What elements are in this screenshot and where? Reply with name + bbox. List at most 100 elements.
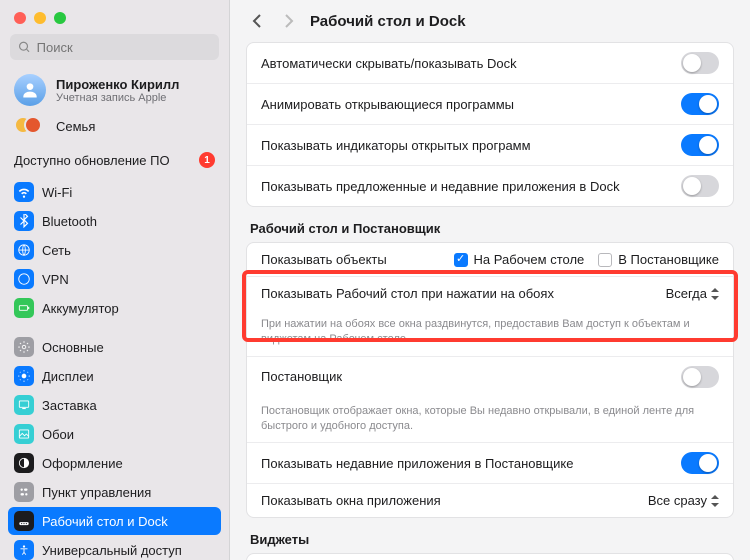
select-wallpaper-click[interactable]: Всегда bbox=[666, 286, 719, 301]
sidebar-label: Рабочий стол и Dock bbox=[42, 514, 168, 529]
row-label: Анимировать открывающиеся программы bbox=[261, 97, 514, 112]
checkbox-label: На Рабочем столе bbox=[474, 252, 585, 267]
sidebar: Пироженко Кирилл Учетная запись Apple Се… bbox=[0, 0, 230, 560]
sidebar-label: Обои bbox=[42, 427, 74, 442]
checkbox-icon bbox=[454, 253, 468, 267]
software-update-label: Доступно обновление ПО bbox=[14, 153, 170, 168]
vpn-icon bbox=[14, 269, 34, 289]
sidebar-item-screensaver[interactable]: Заставка bbox=[8, 391, 221, 419]
sidebar-items: Wi-Fi Bluetooth Сеть VPN Аккумулятор Осн… bbox=[0, 178, 229, 560]
toggle-animate[interactable] bbox=[681, 93, 719, 115]
row-recent-stage: Показывать недавние приложения в Постано… bbox=[247, 442, 733, 483]
sidebar-item-wifi[interactable]: Wi-Fi bbox=[8, 178, 221, 206]
update-badge: 1 bbox=[199, 152, 215, 168]
apple-id-row[interactable]: Пироженко Кирилл Учетная запись Apple bbox=[0, 68, 229, 112]
toggle-autohide[interactable] bbox=[681, 52, 719, 74]
widgets-card: Показывать виджеты На Рабочем столе В По… bbox=[246, 553, 734, 560]
sidebar-label: Аккумулятор bbox=[42, 301, 119, 316]
section-title-desktop-stage: Рабочий стол и Постановщик bbox=[250, 221, 730, 236]
checkbox-icon bbox=[598, 253, 612, 267]
row-wallpaper-click: Показывать Рабочий стол при нажатии на о… bbox=[247, 276, 733, 356]
row-label: Показывать Рабочий стол при нажатии на о… bbox=[261, 286, 554, 301]
content: Автоматически скрывать/показывать Dock А… bbox=[230, 42, 750, 560]
search-field[interactable] bbox=[10, 34, 219, 60]
sidebar-item-accessibility[interactable]: Универсальный доступ bbox=[8, 536, 221, 560]
user-name: Пироженко Кирилл bbox=[56, 77, 179, 92]
row-sublabel: Постановщик отображает окна, которые Вы … bbox=[261, 404, 719, 434]
sidebar-label: Основные bbox=[42, 340, 104, 355]
row-recent-dock: Показывать предложенные и недавние прило… bbox=[247, 165, 733, 206]
family-label: Семья bbox=[56, 119, 95, 134]
window-controls bbox=[0, 0, 229, 30]
sidebar-item-network[interactable]: Сеть bbox=[8, 236, 221, 264]
sidebar-item-general[interactable]: Основные bbox=[8, 333, 221, 361]
sidebar-item-displays[interactable]: Дисплеи bbox=[8, 362, 221, 390]
display-icon bbox=[14, 366, 34, 386]
checkbox-in-stage[interactable]: В Постановщике bbox=[598, 252, 719, 267]
back-button[interactable] bbox=[246, 10, 268, 32]
sidebar-label: Дисплеи bbox=[42, 369, 94, 384]
sidebar-item-battery[interactable]: Аккумулятор bbox=[8, 294, 221, 322]
sidebar-item-control-center[interactable]: Пункт управления bbox=[8, 478, 221, 506]
sidebar-label: Сеть bbox=[42, 243, 71, 258]
row-label: Показывать предложенные и недавние прило… bbox=[261, 179, 620, 194]
gear-icon bbox=[14, 337, 34, 357]
search-icon bbox=[18, 40, 31, 54]
select-app-windows[interactable]: Все сразу bbox=[648, 493, 719, 508]
row-label: Показывать индикаторы открытых программ bbox=[261, 138, 531, 153]
sidebar-item-vpn[interactable]: VPN bbox=[8, 265, 221, 293]
row-app-windows: Показывать окна приложения Все сразу bbox=[247, 483, 733, 517]
maximize-button[interactable] bbox=[54, 12, 66, 24]
globe-icon bbox=[14, 240, 34, 260]
dock-icon bbox=[14, 511, 34, 531]
software-update-row[interactable]: Доступно обновление ПО 1 bbox=[0, 144, 229, 178]
row-autohide: Автоматически скрывать/показывать Dock bbox=[247, 43, 733, 83]
search-input[interactable] bbox=[37, 40, 211, 55]
sidebar-label: Пункт управления bbox=[42, 485, 151, 500]
row-label: Показывать объекты bbox=[261, 252, 387, 267]
sidebar-item-desktop-dock[interactable]: Рабочий стол и Dock bbox=[8, 507, 221, 535]
select-value: Всегда bbox=[666, 286, 707, 301]
row-sublabel: При нажатии на обоях все окна раздвинутс… bbox=[261, 317, 719, 347]
sidebar-item-wallpaper[interactable]: Обои bbox=[8, 420, 221, 448]
accessibility-icon bbox=[14, 540, 34, 560]
row-label: Автоматически скрывать/показывать Dock bbox=[261, 56, 517, 71]
main-pane: Рабочий стол и Dock Автоматически скрыва… bbox=[230, 0, 750, 560]
sidebar-label: Универсальный доступ bbox=[42, 543, 182, 558]
checkbox-on-desktop[interactable]: На Рабочем столе bbox=[454, 252, 585, 267]
sidebar-label: Wi-Fi bbox=[42, 185, 72, 200]
toggle-indicators[interactable] bbox=[681, 134, 719, 156]
wifi-icon bbox=[14, 182, 34, 202]
appearance-icon bbox=[14, 453, 34, 473]
toggle-stage-manager[interactable] bbox=[681, 366, 719, 388]
row-show-items: Показывать объекты На Рабочем столе В По… bbox=[247, 243, 733, 276]
toggle-recent-dock[interactable] bbox=[681, 175, 719, 197]
user-sub: Учетная запись Apple bbox=[56, 92, 179, 104]
row-label: Показывать недавние приложения в Постано… bbox=[261, 456, 573, 471]
page-title: Рабочий стол и Dock bbox=[310, 13, 466, 30]
sidebar-label: VPN bbox=[42, 272, 69, 287]
row-stage-manager: Постановщик Постановщик отображает окна,… bbox=[247, 356, 733, 443]
sidebar-label: Оформление bbox=[42, 456, 123, 471]
checkbox-label: В Постановщике bbox=[618, 252, 719, 267]
sidebar-item-bluetooth[interactable]: Bluetooth bbox=[8, 207, 221, 235]
header: Рабочий стол и Dock bbox=[230, 0, 750, 42]
family-row[interactable]: Семья bbox=[0, 112, 229, 144]
family-icon bbox=[14, 116, 46, 136]
battery-icon bbox=[14, 298, 34, 318]
forward-button[interactable] bbox=[278, 10, 300, 32]
chevron-updown-icon bbox=[711, 495, 719, 507]
desktop-stage-card: Показывать объекты На Рабочем столе В По… bbox=[246, 242, 734, 518]
chevron-updown-icon bbox=[711, 288, 719, 300]
minimize-button[interactable] bbox=[34, 12, 46, 24]
sidebar-item-appearance[interactable]: Оформление bbox=[8, 449, 221, 477]
row-label: Показывать окна приложения bbox=[261, 493, 441, 508]
close-button[interactable] bbox=[14, 12, 26, 24]
wallpaper-icon bbox=[14, 424, 34, 444]
section-title-widgets: Виджеты bbox=[250, 532, 730, 547]
row-indicators: Показывать индикаторы открытых программ bbox=[247, 124, 733, 165]
select-value: Все сразу bbox=[648, 493, 707, 508]
screensaver-icon bbox=[14, 395, 34, 415]
toggle-recent-stage[interactable] bbox=[681, 452, 719, 474]
row-show-widgets: Показывать виджеты На Рабочем столе В По… bbox=[247, 554, 733, 560]
